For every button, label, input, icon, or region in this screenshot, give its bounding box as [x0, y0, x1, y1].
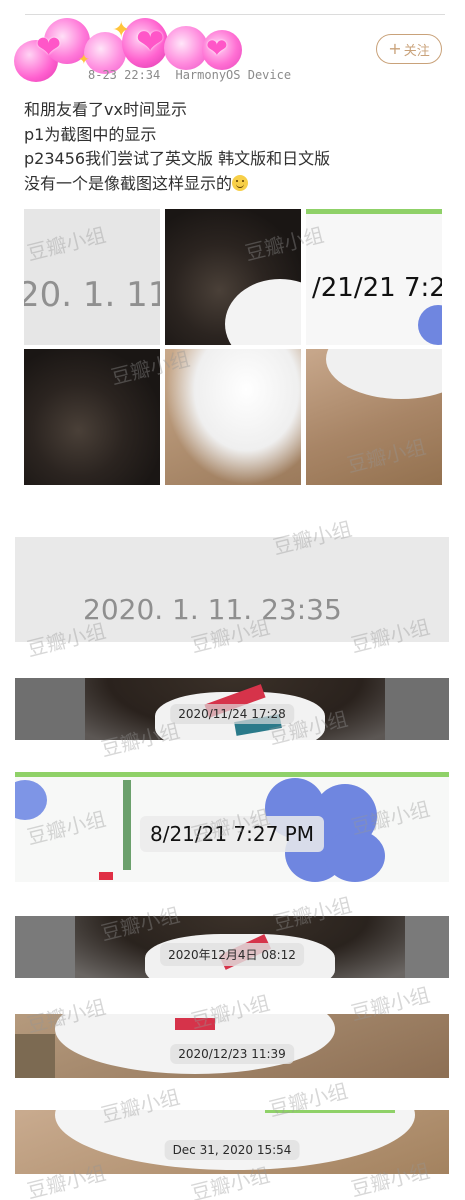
post-line: p1为截图中的显示: [24, 124, 157, 144]
thumbnail-1-text: 20. 1. 11: [24, 275, 160, 315]
post-date: 8-23 22:34: [88, 68, 161, 82]
sparkle-icon: ✦: [78, 52, 90, 68]
thumbnail-5[interactable]: [165, 349, 301, 485]
image-4[interactable]: 2020年12月4日 08:12: [15, 916, 449, 978]
post-line: 和朋友看了vx时间显示: [24, 100, 187, 119]
post-body: 和朋友看了vx时间显示 p1为截图中的显示 p23456我们尝试了英文版 韩文版…: [24, 98, 444, 196]
smile-emoji-icon: [232, 174, 249, 191]
green-progress-line: [265, 1110, 395, 1113]
image-6-timestamp: Dec 31, 2020 15:54: [164, 1140, 300, 1160]
image-1[interactable]: 2020. 1. 11. 23:35: [15, 537, 449, 642]
image-5[interactable]: 2020/12/23 11:39: [15, 1014, 449, 1078]
image-3-timestamp: 8/21/21 7:27 PM: [139, 816, 325, 852]
post-line: 没有一个是像截图这样显示的: [24, 172, 444, 197]
image-6[interactable]: Dec 31, 2020 15:54: [15, 1110, 449, 1174]
thumbnail-2[interactable]: [165, 209, 301, 345]
follow-label: 关注: [403, 43, 430, 59]
image-3[interactable]: 8/21/21 7:27 PM: [15, 772, 449, 882]
thumbnail-3[interactable]: /21/21 7:2: [306, 209, 442, 345]
image-2[interactable]: 2020/11/24 17:28: [15, 678, 449, 740]
heart-icon: ❤: [206, 34, 228, 64]
top-divider: [25, 14, 445, 15]
heart-icon: ❤: [136, 22, 165, 62]
heart-icon: ❤: [36, 30, 62, 65]
post-device: HarmonyOS Device: [175, 68, 292, 82]
plus-icon: +: [388, 39, 402, 58]
post-line: p23456我们尝试了英文版 韩文版和日文版: [24, 149, 331, 168]
thumbnail-1[interactable]: 20. 1. 11: [24, 209, 160, 345]
post-meta: 8-23 22:34 HarmonyOS Device: [88, 68, 291, 82]
image-5-timestamp: 2020/12/23 11:39: [170, 1044, 294, 1064]
green-progress-line: [15, 772, 449, 777]
image-4-timestamp: 2020年12月4日 08:12: [160, 943, 304, 966]
image-2-timestamp: 2020/11/24 17:28: [170, 704, 294, 724]
follow-button[interactable]: + 关注: [376, 34, 442, 64]
post-line-text: 没有一个是像截图这样显示的: [24, 173, 233, 193]
sparkle-icon: ✦: [112, 18, 131, 43]
thumbnail-3-text: /21/21 7:2: [312, 273, 442, 303]
thumbnail-4[interactable]: [24, 349, 160, 485]
image-1-timestamp: 2020. 1. 11. 23:35: [83, 593, 342, 626]
thumbnail-6[interactable]: [306, 349, 442, 485]
